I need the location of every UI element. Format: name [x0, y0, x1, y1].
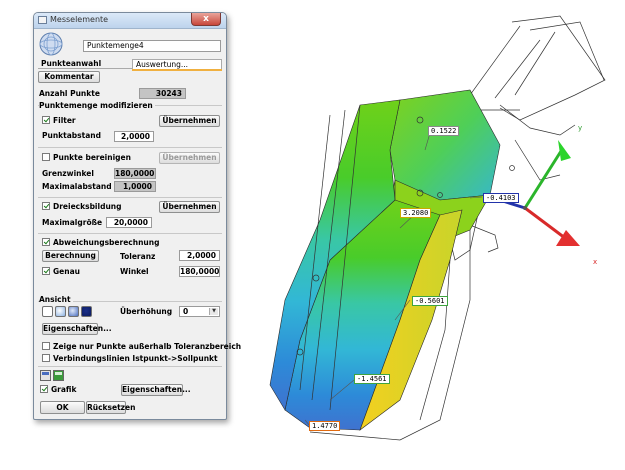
ok-button[interactable]: OK: [40, 401, 85, 414]
berechnung-button[interactable]: Berechnung: [42, 250, 99, 262]
save-green-icon[interactable]: [53, 370, 64, 381]
ruecksetzen-button[interactable]: Rücksetzen: [86, 401, 135, 414]
ueberhoehung-select[interactable]: 0 ▼: [179, 306, 220, 317]
tab-active-indicator: [132, 69, 222, 71]
measure-label-5: -1.4561: [354, 374, 390, 384]
filter-label: Filter: [53, 116, 76, 125]
dreieck-label: Dreiecksbildung: [53, 202, 122, 211]
zeige-checkbox[interactable]: [42, 342, 50, 350]
dialog-title: Messelemente: [50, 15, 109, 24]
genau-label: Genau: [53, 267, 80, 276]
genau-checkbox[interactable]: [42, 267, 50, 275]
maxabstand-label: Maximalabstand: [42, 182, 112, 191]
measure-label-6: 1.4770: [309, 421, 341, 431]
grenzwinkel-input[interactable]: 180,0000: [114, 168, 156, 179]
eigenschaften-button[interactable]: Eigenschaften...: [42, 323, 112, 335]
filter-apply-button[interactable]: Übernehmen: [159, 115, 220, 127]
save-icon[interactable]: [40, 370, 51, 381]
maxgroesse-input[interactable]: 20,0000: [106, 217, 152, 228]
grafik-label: Grafik: [51, 385, 77, 394]
dreieck-apply-button[interactable]: Übernehmen: [159, 201, 220, 213]
group-divider: [38, 366, 222, 367]
punktabstand-input[interactable]: 2,0000: [114, 131, 154, 142]
abweichung-label: Abweichungsberechnung: [53, 238, 160, 247]
axis-x-label: x: [593, 258, 598, 266]
tab-auswertung[interactable]: Auswertung...: [132, 59, 222, 69]
view-shaded-icon[interactable]: [55, 306, 66, 317]
measure-label-2: -0.4103: [483, 193, 519, 203]
ueberhoehung-label: Überhöhung: [120, 307, 173, 316]
dreieck-checkbox[interactable]: [42, 202, 50, 210]
anzahl-field: 30243: [139, 88, 186, 99]
ueberhoehung-value: 0: [183, 307, 189, 316]
section-ansicht-title: Ansicht: [39, 295, 73, 304]
verbindung-label: Verbindungslinien Istpunkt->Sollpunkt: [53, 354, 218, 363]
dialog-titlebar[interactable]: Messelemente x: [34, 13, 226, 29]
abweichung-checkbox[interactable]: [42, 238, 50, 246]
window-icon: [38, 16, 47, 24]
punktabstand-label: Punktabstand: [42, 131, 101, 140]
maxabstand-input[interactable]: 1,0000: [114, 181, 156, 192]
anzahl-label: Anzahl Punkte: [39, 89, 100, 98]
eigenschaften2-button[interactable]: Eigenschaften...: [121, 384, 191, 396]
chevron-down-icon[interactable]: ▼: [209, 308, 218, 315]
grenzwinkel-label: Grenzwinkel: [42, 169, 94, 178]
bereinigen-apply-button[interactable]: Übernehmen: [159, 152, 220, 164]
zeige-label: Zeige nur Punkte außerhalb Toleranzberei…: [53, 342, 242, 351]
sphere-icon: [39, 32, 63, 56]
verbindung-checkbox[interactable]: [42, 354, 50, 362]
grafik-checkbox[interactable]: [40, 385, 48, 393]
close-button[interactable]: x: [191, 13, 221, 26]
kommentar-button[interactable]: Kommentar: [38, 71, 100, 83]
view-flat-icon[interactable]: [42, 306, 53, 317]
winkel-input[interactable]: 180,0000: [179, 266, 220, 277]
toleranz-input[interactable]: 2,0000: [179, 250, 220, 261]
filter-checkbox[interactable]: [42, 116, 50, 124]
messelemente-dialog: Messelemente x Punktemenge4 Punkteanwahl…: [33, 12, 241, 420]
measure-label-3: 3.2080: [400, 208, 432, 218]
bereinigen-label: Punkte bereinigen: [53, 153, 131, 162]
measure-label-4: -0.5601: [412, 296, 448, 306]
winkel-label: Winkel: [120, 267, 149, 276]
tab-punkteanwahl[interactable]: Punkteanwahl: [38, 59, 132, 69]
group-divider: [38, 147, 222, 148]
group-divider: [38, 197, 222, 198]
section-modify-title: Punktemenge modifizieren: [39, 101, 155, 110]
axis-y-label: y: [578, 124, 583, 132]
view-dark-icon[interactable]: [81, 306, 92, 317]
view-sphere-icon[interactable]: [68, 306, 79, 317]
name-input[interactable]: Punktemenge4: [83, 40, 221, 52]
toleranz-label: Toleranz: [120, 252, 156, 261]
bereinigen-checkbox[interactable]: [42, 153, 50, 161]
maxgroesse-label: Maximalgröße: [42, 218, 103, 227]
measure-label-1: 0.1522: [428, 126, 460, 136]
group-divider: [38, 233, 222, 234]
